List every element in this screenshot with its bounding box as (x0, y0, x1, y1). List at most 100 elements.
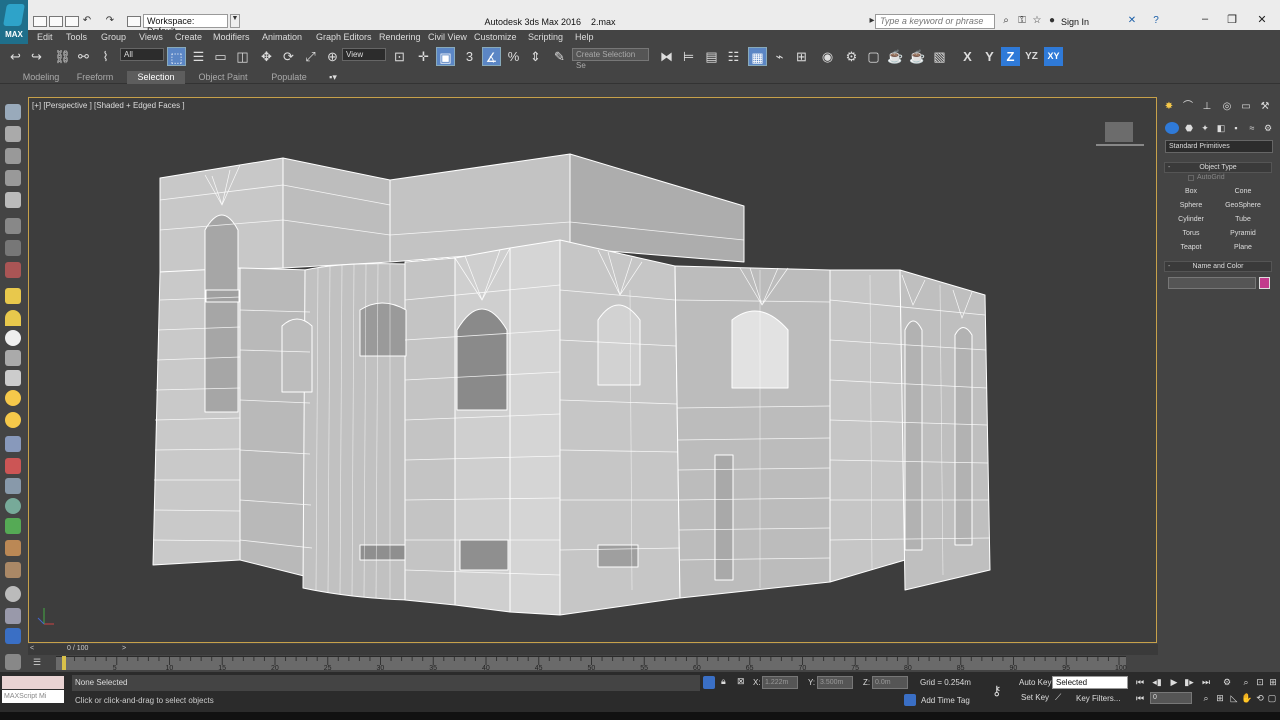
snaps-toggle-icon[interactable]: 3 (460, 47, 479, 66)
maxscript-mini-listener[interactable]: MAXScript Mi (2, 690, 64, 703)
isolate-selection-icon[interactable] (703, 676, 715, 689)
time-slider-prev-icon[interactable]: < (30, 645, 34, 652)
teapot-button[interactable]: Teapot (1167, 242, 1215, 254)
go-to-end-icon[interactable]: ⏭ (1199, 676, 1213, 689)
axis-x-button[interactable]: X (958, 47, 977, 66)
axis-xy-button[interactable]: XY (1044, 47, 1063, 66)
menu-animation[interactable]: Animation (262, 32, 302, 42)
named-selection-sets-dropdown[interactable]: Create Selection Se (572, 48, 649, 70)
systems-icon[interactable]: ⚙ (1261, 122, 1275, 134)
building-model[interactable] (28, 98, 1156, 642)
viewport-layout-icon[interactable] (5, 628, 21, 644)
layer-icon[interactable] (5, 170, 21, 186)
zoom-all-icon[interactable]: ⊞ (1214, 692, 1226, 704)
previous-frame-icon[interactable]: ◂▮ (1150, 676, 1164, 689)
minimize-icon[interactable]: – (1193, 13, 1217, 27)
keyboard-shortcut-override-icon[interactable]: ▣ (436, 47, 455, 66)
panel-icon[interactable] (5, 148, 21, 164)
key-mode-toggle-icon[interactable]: ⏮ (1133, 692, 1147, 705)
toggle-layer-explorer-icon[interactable]: ☷ (724, 47, 743, 66)
foliage-icon[interactable] (5, 518, 21, 534)
lights-category-icon[interactable]: ✦ (1198, 122, 1212, 134)
lights-icon[interactable] (5, 192, 21, 208)
hair-fur-icon[interactable] (5, 540, 21, 556)
sun-icon[interactable] (5, 390, 21, 406)
window-crossing-icon[interactable]: ◫ (233, 47, 252, 66)
absolute-mode-icon[interactable]: ⊠ (737, 676, 749, 689)
ribbon-options-icon[interactable]: ▪▾ (322, 71, 344, 84)
motion-tab-icon[interactable]: ◎ (1219, 100, 1235, 114)
zoom-extents-icon[interactable]: ⌕ (1240, 676, 1252, 688)
mini-curve-editor-icon[interactable]: ☰ (33, 657, 47, 669)
orbit-icon[interactable]: ⟲ (1254, 692, 1266, 704)
name-and-color-rollout[interactable]: - Name and Color (1164, 261, 1272, 272)
geosphere-button[interactable]: GeoSphere (1219, 200, 1267, 212)
search-input[interactable]: Type a keyword or phrase (875, 14, 995, 29)
rectangular-selection-icon[interactable]: ▭ (211, 47, 230, 66)
helper-icon[interactable] (5, 240, 21, 256)
torus-button[interactable]: Torus (1167, 228, 1215, 240)
zoom-extents-all-icon[interactable]: ⊡ (1254, 676, 1266, 688)
set-key-icon[interactable]: ⚷ (992, 683, 1012, 698)
search-icon[interactable]: ⌕ (1000, 15, 1012, 27)
restore-icon[interactable]: ❐ (1220, 13, 1244, 27)
user-icon[interactable]: ● (1046, 15, 1058, 27)
bind-to-space-warp-icon[interactable]: ⌇ (96, 47, 115, 66)
key-filters-button[interactable]: Key Filters... (1076, 694, 1120, 703)
object-color-swatch[interactable] (1259, 277, 1270, 289)
reactor-icon[interactable] (5, 562, 21, 578)
select-and-move-icon[interactable]: ✥ (257, 47, 276, 66)
angle-snap-icon[interactable]: ∡ (482, 47, 501, 66)
percent-snap-icon[interactable]: % (504, 47, 523, 66)
maximize-viewport-icon[interactable]: ▢ (1266, 692, 1278, 704)
cylinder-icon[interactable] (5, 350, 21, 366)
ribbon-tab-populate[interactable]: Populate (262, 71, 316, 84)
create-tab-icon[interactable]: ✸ (1161, 100, 1177, 114)
cone-button[interactable]: Cone (1219, 186, 1267, 198)
expand-strip-icon[interactable] (5, 654, 21, 670)
axis-z-button[interactable]: Z (1001, 47, 1020, 66)
pan-view-icon[interactable]: ✋ (1241, 692, 1253, 704)
menu-views[interactable]: Views (139, 32, 163, 42)
play-icon[interactable]: ▶ (1167, 676, 1181, 689)
box-primitive-icon[interactable] (5, 288, 21, 304)
shapes-icon[interactable]: ⬣ (1182, 122, 1196, 134)
skylight-icon[interactable] (5, 412, 21, 428)
axis-y-button[interactable]: Y (980, 47, 999, 66)
next-frame-icon[interactable]: ▮▸ (1182, 676, 1196, 689)
workspace-dropdown[interactable]: Workspace: Default (143, 14, 228, 36)
object-type-rollout[interactable]: - Object Type (1164, 162, 1272, 173)
modify-tab-icon[interactable]: ⌒ (1180, 100, 1196, 114)
sign-in-link[interactable]: Sign In (1061, 17, 1089, 27)
redo-icon[interactable]: ↪ (27, 47, 46, 66)
menu-help[interactable]: Help (575, 32, 594, 42)
save-file-icon[interactable] (65, 16, 79, 27)
hierarchy-tab-icon[interactable]: ⊥ (1199, 100, 1215, 114)
ribbon-tab-modeling[interactable]: Modeling (14, 71, 68, 84)
render-icon[interactable] (5, 262, 21, 278)
go-to-start-icon[interactable]: ⏮ (1133, 676, 1147, 689)
undo-icon[interactable]: ↶ (81, 15, 93, 27)
rendered-frame-window-icon[interactable]: ▢ (864, 47, 883, 66)
exchange-apps-icon[interactable]: ✕ (1126, 15, 1138, 27)
zoom-icon[interactable]: ⌕ (1200, 692, 1212, 704)
application-menu-button[interactable]: MAX (0, 0, 28, 44)
auto-key-button[interactable]: Auto Key (1019, 678, 1051, 687)
mirror-icon[interactable]: ⧓ (657, 47, 676, 66)
cloth-icon[interactable] (5, 478, 21, 494)
maxscript-listener-input[interactable] (2, 676, 64, 689)
geometry-icon[interactable] (1165, 122, 1179, 134)
field-of-view-icon[interactable]: ◺ (1228, 692, 1240, 704)
object-category-dropdown[interactable]: Standard Primitives (1165, 140, 1273, 153)
object-name-field[interactable] (1168, 277, 1256, 289)
material-editor-icon[interactable]: ◉ (818, 47, 837, 66)
toggle-scene-explorer-icon[interactable]: ▤ (702, 47, 721, 66)
select-and-link-icon[interactable]: ⛓ (53, 47, 72, 66)
add-time-tag-button[interactable]: Add Time Tag (921, 696, 970, 705)
selection-lock-icon[interactable]: 🔒︎ (721, 676, 731, 689)
sphere-icon[interactable] (5, 330, 21, 346)
utilities-tab-icon[interactable]: ⚒ (1257, 100, 1273, 114)
ribbon-tab-object-paint[interactable]: Object Paint (193, 71, 253, 84)
box-icon[interactable] (5, 126, 21, 142)
teapot-icon[interactable] (5, 104, 21, 120)
